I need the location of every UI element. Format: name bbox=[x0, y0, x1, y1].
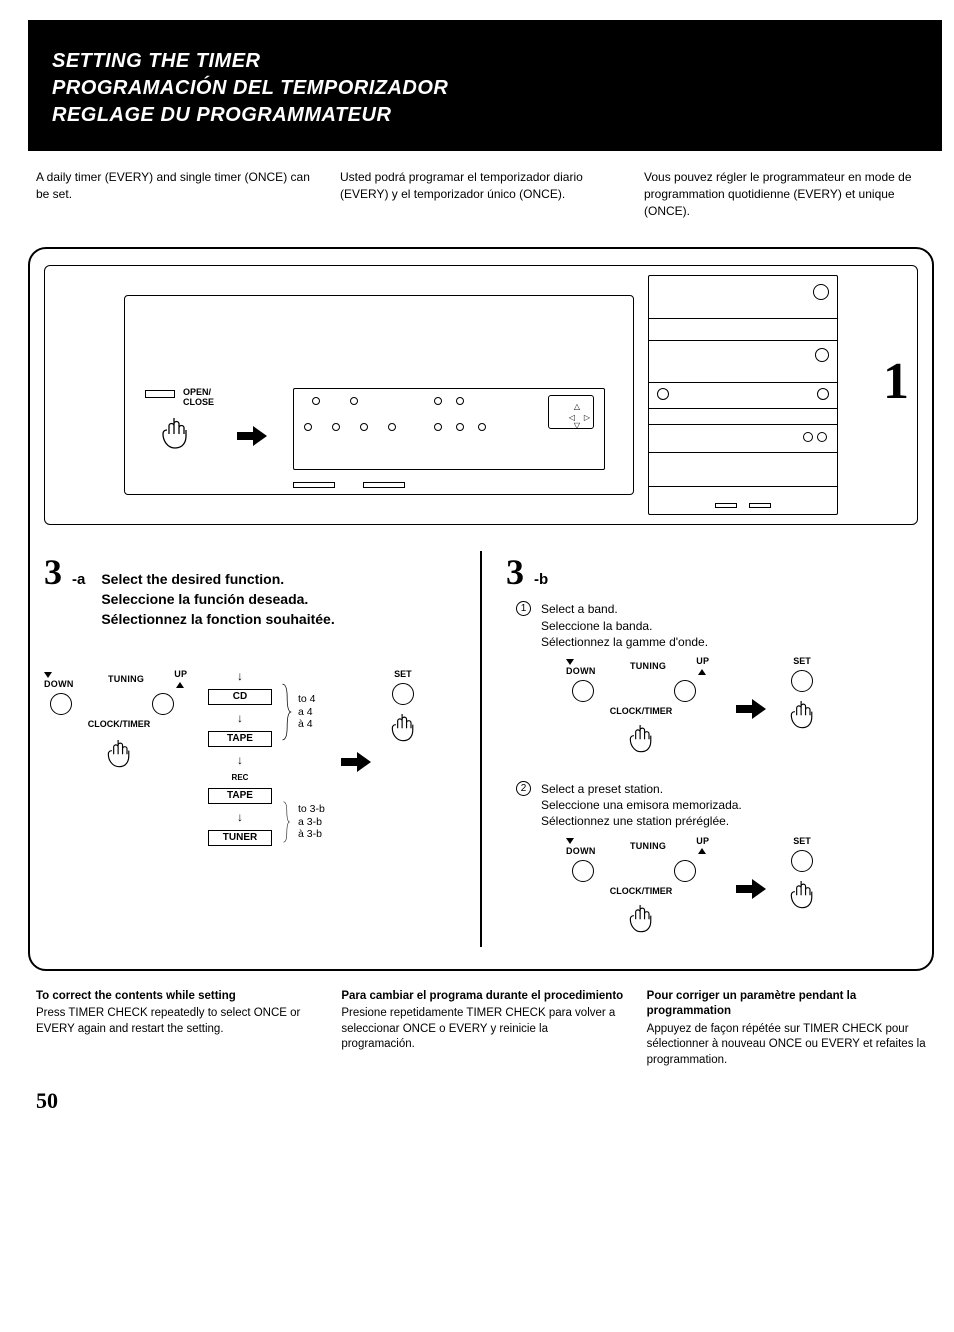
section-header: SETTING THE TIMER PROGRAMACIÓN DEL TEMPO… bbox=[28, 20, 942, 151]
clock-timer-label: CLOCK/TIMER bbox=[566, 886, 716, 896]
set-label: SET bbox=[786, 656, 818, 666]
title-en: SETTING THE TIMER bbox=[52, 48, 918, 75]
callout-1: 1 bbox=[883, 352, 909, 411]
device-left-unit: OPEN/ CLOSE bbox=[124, 295, 634, 495]
device-right-stack bbox=[648, 275, 838, 515]
clock-timer-label: CLOCK/TIMER bbox=[566, 706, 716, 716]
hand-press-icon bbox=[566, 720, 716, 767]
open-close-button-icon bbox=[145, 390, 175, 398]
footer-notes: To correct the contents while setting Pr… bbox=[0, 989, 954, 1069]
title-fr: REGLAGE DU PROGRAMMATEUR bbox=[52, 102, 918, 129]
step-3-halves: 3 -a Select the desired function. Selecci… bbox=[44, 551, 918, 946]
note-to3b-en: to 3-b bbox=[298, 803, 325, 816]
func-tuner: TUNER bbox=[208, 830, 272, 846]
intro-columns: A daily timer (EVERY) and single timer (… bbox=[0, 169, 954, 219]
tuning-label: TUNING bbox=[108, 674, 144, 684]
down-button-icon bbox=[50, 693, 72, 715]
hand-press-icon bbox=[387, 709, 419, 756]
up-label: UP bbox=[696, 656, 709, 666]
sub2-es: Seleccione una emisora memorizada. bbox=[541, 797, 742, 813]
down-button-icon bbox=[572, 680, 594, 702]
func-tape: TAPE bbox=[208, 731, 272, 747]
note-to3b-fr: à 3-b bbox=[298, 828, 325, 841]
circled-2-icon: 2 bbox=[516, 781, 531, 796]
circled-1-icon: 1 bbox=[516, 601, 531, 616]
down-label: DOWN bbox=[44, 679, 74, 689]
substep-1: 1 Select a band. Seleccione la banda. Sé… bbox=[516, 601, 918, 650]
open-close-label: OPEN/ CLOSE bbox=[183, 388, 214, 408]
note-to3b-es: a 3-b bbox=[298, 816, 325, 829]
tuning-label: TUNING bbox=[630, 661, 666, 671]
intro-fr: Vous pouvez régler le programmateur en m… bbox=[644, 169, 926, 219]
vertical-divider bbox=[480, 551, 482, 946]
arrow-right-icon bbox=[339, 750, 373, 779]
footer-fr-head: Pour corriger un paramètre pendant la pr… bbox=[647, 989, 930, 1020]
clock-timer-label: CLOCK/TIMER bbox=[44, 719, 194, 729]
step-3a-suffix: -a bbox=[72, 571, 85, 588]
arrow-right-icon bbox=[734, 697, 768, 726]
footer-en-body: Press TIMER CHECK repeatedly to select O… bbox=[36, 1006, 319, 1037]
step-3b-number: 3 bbox=[506, 551, 524, 593]
set-label: SET bbox=[387, 669, 419, 679]
tuning-label: TUNING bbox=[630, 841, 666, 851]
page-number: 50 bbox=[36, 1088, 954, 1114]
sub1-en: Select a band. bbox=[541, 601, 708, 617]
hand-press-icon bbox=[786, 876, 818, 923]
step-3a-title-en: Select the desired function. bbox=[101, 570, 334, 590]
down-label: DOWN bbox=[566, 846, 596, 856]
set-button-icon bbox=[392, 683, 414, 705]
arrow-right-icon bbox=[734, 877, 768, 906]
func-rec-label: REC bbox=[232, 773, 249, 782]
device-overview-diagram: 1 2,3,4 5 1 OPEN/ CLOSE bbox=[44, 265, 918, 525]
footer-es-body: Presione repetidamente TIMER CHECK para … bbox=[341, 1006, 624, 1053]
sub1-fr: Sélectionnez la gamme d'onde. bbox=[541, 634, 708, 650]
down-label: DOWN bbox=[566, 666, 596, 676]
step-3b-suffix: -b bbox=[534, 571, 548, 588]
substep-2: 2 Select a preset station. Seleccione un… bbox=[516, 781, 918, 830]
footer-en-head: To correct the contents while setting bbox=[36, 989, 319, 1005]
hand-press-icon bbox=[566, 900, 716, 947]
set-button-icon bbox=[791, 850, 813, 872]
step-3b: 3 -b 1 Select a band. Seleccione la banda… bbox=[506, 551, 918, 946]
footer-fr-body: Appuyez de façon répétée sur TIMER CHECK… bbox=[647, 1022, 930, 1069]
intro-es: Usted podrá programar el temporizador di… bbox=[340, 169, 622, 219]
up-label: UP bbox=[174, 669, 187, 679]
func-cd: CD bbox=[208, 689, 272, 705]
up-label: UP bbox=[696, 836, 709, 846]
sub1-es: Seleccione la banda. bbox=[541, 618, 708, 634]
title-es: PROGRAMACIÓN DEL TEMPORIZADOR bbox=[52, 75, 918, 102]
tuning-labels: DOWN TUNING UP bbox=[44, 669, 194, 689]
set-label: SET bbox=[786, 836, 818, 846]
down-button-icon bbox=[572, 860, 594, 882]
set-button-icon bbox=[791, 670, 813, 692]
note-to4-en: to 4 bbox=[298, 693, 316, 706]
hand-press-icon bbox=[44, 735, 194, 782]
note-to4-fr: à 4 bbox=[298, 718, 316, 731]
arrow-right-icon bbox=[235, 424, 269, 453]
step-3a-number: 3 bbox=[44, 551, 62, 593]
control-cluster-icon: △ ◁ ▷ ▽ bbox=[293, 388, 605, 470]
up-button-icon bbox=[674, 680, 696, 702]
sub2-en: Select a preset station. bbox=[541, 781, 742, 797]
func-rec-tape: TAPE bbox=[208, 788, 272, 804]
main-diagram-frame: 1 2,3,4 5 1 OPEN/ CLOSE bbox=[28, 247, 934, 970]
hand-press-icon bbox=[786, 696, 818, 743]
step-3a-title-es: Seleccione la función deseada. bbox=[101, 590, 334, 610]
hand-press-icon bbox=[157, 414, 193, 463]
sub2-fr: Sélectionnez une station préréglée. bbox=[541, 813, 742, 829]
step-3a-title-fr: Sélectionnez la fonction souhaitée. bbox=[101, 610, 334, 630]
up-button-icon bbox=[152, 693, 174, 715]
footer-es-head: Para cambiar el programa durante el proc… bbox=[341, 989, 624, 1005]
step-3a: 3 -a Select the desired function. Selecci… bbox=[44, 551, 456, 946]
cassette-slots-icon bbox=[293, 482, 405, 488]
up-button-icon bbox=[674, 860, 696, 882]
note-to4-es: a 4 bbox=[298, 706, 316, 719]
step-3a-controls: DOWN TUNING UP CLOCK/TIMER bbox=[44, 669, 456, 859]
intro-en: A daily timer (EVERY) and single timer (… bbox=[36, 169, 318, 219]
function-list: ↓ CD ↓ TAPE ↓ REC TAPE ↓ TUNER bbox=[208, 669, 272, 846]
